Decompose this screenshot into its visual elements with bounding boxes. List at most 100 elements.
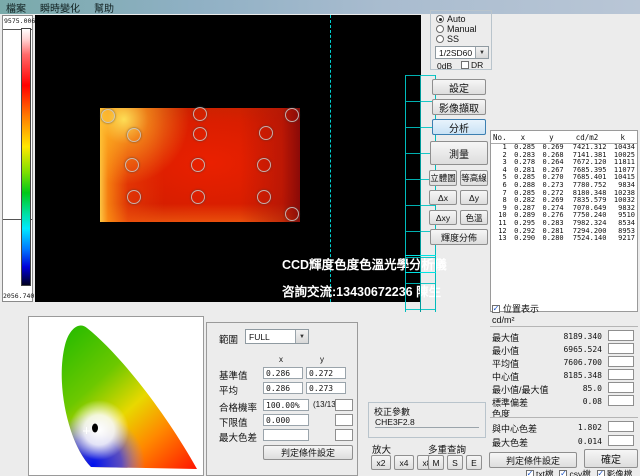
stat-row: 最大值8189.340 (490, 330, 638, 343)
checkbox-icon[interactable] (597, 470, 605, 476)
chevron-down-icon[interactable]: ▼ (295, 330, 308, 343)
average-y-field[interactable]: 0.273 (306, 382, 346, 394)
ruler-highlight-line (405, 272, 436, 273)
position-checkbox-label: 位置表示 (503, 302, 539, 315)
stat-indicator-box (608, 369, 634, 380)
menu-item[interactable]: 瞬時變化 (40, 0, 80, 15)
measurement-point-marker[interactable] (193, 127, 207, 141)
checkbox-icon[interactable] (526, 470, 534, 476)
max-colordiff-field[interactable] (263, 429, 309, 441)
measurement-point-marker[interactable] (259, 126, 273, 140)
measurement-point-marker[interactable] (127, 128, 141, 142)
stat-row: 平均值7606.700 (490, 356, 638, 369)
average-label: 平均 (219, 383, 238, 397)
divider (490, 326, 638, 327)
color-temp-button[interactable]: 色溫 (460, 210, 488, 225)
judge-condition-button[interactable]: 判定條件設定 (263, 445, 353, 460)
lower-limit-field[interactable]: 0.000 (263, 414, 309, 426)
measurement-point-marker[interactable] (191, 158, 205, 172)
menu-item[interactable]: 檔案 (6, 0, 26, 15)
stereo-plot-button[interactable]: 立體圖 (429, 170, 457, 186)
calibration-value: CHE3F2.8 (375, 417, 479, 428)
camera-viewport: CCD輝度色度色溫光學分析儀 咨詢交流:13430672236 陳生 (35, 15, 421, 302)
radio-icon[interactable] (436, 35, 444, 43)
table-cell: 0.290 (509, 235, 537, 243)
capture-mode-group: AutoManualSS 1/2SD60 ▼ 0dB DR (430, 10, 492, 70)
color-scale-bar (21, 28, 31, 286)
settings-button[interactable]: 設定 (432, 79, 486, 95)
shutter-value: 1/2SD60 (436, 48, 475, 58)
multi-m-button[interactable]: M (428, 455, 444, 470)
mode-radio-manual[interactable]: Manual (436, 24, 477, 34)
average-x-field[interactable]: 0.286 (263, 382, 303, 394)
shutter-dropdown[interactable]: 1/2SD60 ▼ (435, 46, 489, 59)
measure-button[interactable]: 測量 (430, 141, 488, 165)
delta-x-button[interactable]: Δx (429, 190, 457, 205)
file-checkbox-影像檔[interactable]: 影像檔 (597, 468, 633, 476)
calibration-group: 校正參數 CHE3F2.8 (368, 402, 486, 438)
table-cell: 7524.140 (566, 235, 609, 243)
mode-radio-ss[interactable]: SS (436, 34, 477, 44)
zoom-x2-button[interactable]: x2 (371, 455, 391, 470)
max-colordiff-label: 最大色差 (219, 430, 257, 444)
file-checkbox-txt檔[interactable]: txt檔 (526, 468, 553, 476)
measurement-point-marker[interactable] (257, 158, 271, 172)
radio-label: Manual (447, 24, 477, 34)
measurement-point-marker[interactable] (101, 109, 115, 123)
ok-button[interactable]: 確定 (584, 449, 638, 468)
chroma-title: 色度 (492, 407, 510, 420)
menu-item[interactable]: 幫助 (94, 0, 114, 15)
luminance-dist-button[interactable]: 輝度分佈 (430, 229, 488, 245)
table-row[interactable]: 90.2870.2747070.6499832 (491, 205, 637, 213)
measurement-point-marker[interactable] (193, 107, 207, 121)
gain-label: 0dB (437, 61, 452, 71)
table-row[interactable]: 130.2900.2807524.1409217 (491, 235, 637, 243)
stat-value: 0.08 (583, 397, 602, 406)
chevron-down-icon[interactable]: ▼ (475, 47, 488, 58)
delta-xy-button[interactable]: Δxy (429, 210, 457, 225)
table-row[interactable]: 100.2890.2767750.2409510 (491, 212, 637, 220)
measurement-point-marker[interactable] (125, 158, 139, 172)
range-dropdown[interactable]: FULL ▼ (245, 329, 309, 344)
table-row[interactable]: 120.2920.2817294.2008953 (491, 228, 637, 236)
radio-icon[interactable] (436, 15, 444, 23)
delta-y-button[interactable]: Δy (460, 190, 488, 205)
zoom-group-title: 放大 (372, 442, 391, 456)
measurement-point-marker[interactable] (285, 108, 299, 122)
dr-checkbox-box[interactable] (461, 61, 469, 69)
radio-label: SS (447, 34, 459, 44)
position-display-checkbox[interactable]: 位置表示 (492, 302, 539, 315)
measurement-point-marker[interactable] (191, 190, 205, 204)
judge-condition-button[interactable]: 判定條件設定 (489, 452, 577, 468)
table-cell: 13 (491, 235, 509, 243)
contour-plot-button[interactable]: 等高線 (460, 170, 488, 186)
stat-row: 標準偏差0.08 (490, 395, 638, 408)
reference-x-field[interactable]: 0.286 (263, 367, 303, 379)
file-checkbox-csv檔[interactable]: csv檔 (559, 468, 590, 476)
measurement-point-marker[interactable] (257, 190, 271, 204)
checkbox-label: csv檔 (569, 468, 590, 476)
multi-e-button[interactable]: E (466, 455, 482, 470)
table-row[interactable]: 80.2820.2697835.57910032 (491, 197, 637, 205)
measurement-point-marker[interactable] (285, 207, 299, 221)
image-capture-button[interactable]: 影像擷取 (432, 99, 486, 115)
stat-indicator-box (608, 356, 634, 367)
measurement-point-marker[interactable] (127, 190, 141, 204)
stat-indicator-box (608, 395, 634, 406)
radio-icon[interactable] (436, 25, 444, 33)
dr-checkbox[interactable]: DR (461, 60, 483, 70)
table-row[interactable]: 110.2950.2837982.3248534 (491, 220, 637, 228)
reference-y-field[interactable]: 0.272 (306, 367, 346, 379)
position-checkbox-box[interactable] (492, 305, 500, 313)
lower-limit-label: 下限值 (219, 415, 248, 429)
zoom-x4-button[interactable]: x4 (394, 455, 414, 470)
table-row[interactable]: 50.2850.2707685.40110415 (491, 174, 637, 182)
pass-rate-field[interactable]: 100.00% (263, 399, 309, 411)
range-value: FULL (246, 332, 295, 342)
checkbox-icon[interactable] (559, 470, 567, 476)
stat-value: 7606.700 (563, 358, 602, 367)
multi-s-button[interactable]: S (447, 455, 463, 470)
analyze-button[interactable]: 分析 (432, 119, 486, 135)
divider (490, 417, 638, 418)
mode-radio-auto[interactable]: Auto (436, 14, 477, 24)
